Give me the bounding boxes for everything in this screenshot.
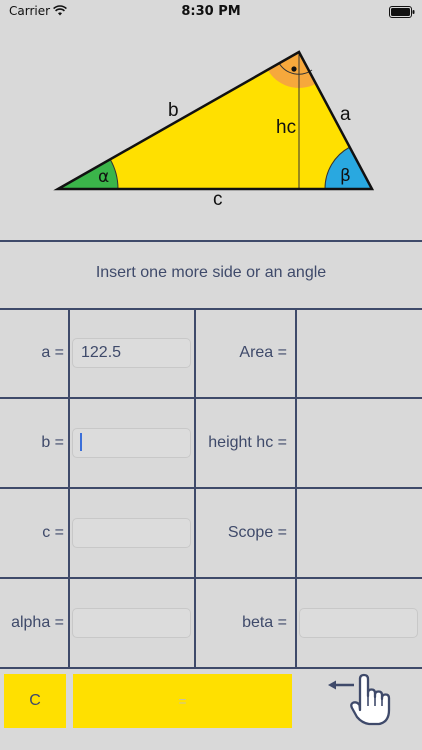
battery-icon xyxy=(389,6,415,18)
b-label: b = xyxy=(41,434,64,451)
divider xyxy=(0,577,422,579)
instruction-text: Insert one more side or an angle xyxy=(95,264,327,281)
clear-button[interactable]: C xyxy=(4,674,66,728)
beta-symbol: β xyxy=(340,166,351,186)
hand-pointer-backspace-icon[interactable] xyxy=(326,672,392,728)
column-divider xyxy=(68,308,70,669)
home-indicator-area xyxy=(0,734,422,750)
height-hc-label: height hc = xyxy=(208,434,287,451)
a-label: a = xyxy=(41,344,64,361)
status-time: 8:30 PM xyxy=(181,4,241,19)
divider xyxy=(0,240,422,242)
side-c-label: c xyxy=(213,189,223,210)
column-divider xyxy=(295,308,297,669)
status-bar: Carrier 8:30 PM xyxy=(0,0,422,24)
scope-label: Scope = xyxy=(227,524,287,541)
divider xyxy=(0,667,422,669)
divider xyxy=(0,487,422,489)
a-input[interactable]: 122.5 xyxy=(72,338,191,368)
text-cursor xyxy=(80,432,82,451)
b-input[interactable] xyxy=(72,428,191,458)
right-angle-dot xyxy=(291,66,297,72)
c-label: c = xyxy=(42,524,64,541)
calculate-button[interactable]: = xyxy=(73,674,292,728)
beta-input[interactable] xyxy=(299,608,418,638)
side-a-label: a xyxy=(340,104,351,125)
alpha-symbol: α xyxy=(98,167,109,187)
area-label: Area = xyxy=(239,344,287,361)
divider xyxy=(0,397,422,399)
alpha-input[interactable] xyxy=(72,608,191,638)
height-label: hc xyxy=(276,117,296,138)
side-b-label: b xyxy=(168,100,179,121)
alpha-label: alpha = xyxy=(11,614,64,631)
beta-label: beta = xyxy=(242,614,287,631)
c-input[interactable] xyxy=(72,518,191,548)
triangle-diagram: b a hc c α β xyxy=(53,50,375,210)
bottom-toolbar: C = xyxy=(0,670,422,734)
divider xyxy=(0,308,422,310)
